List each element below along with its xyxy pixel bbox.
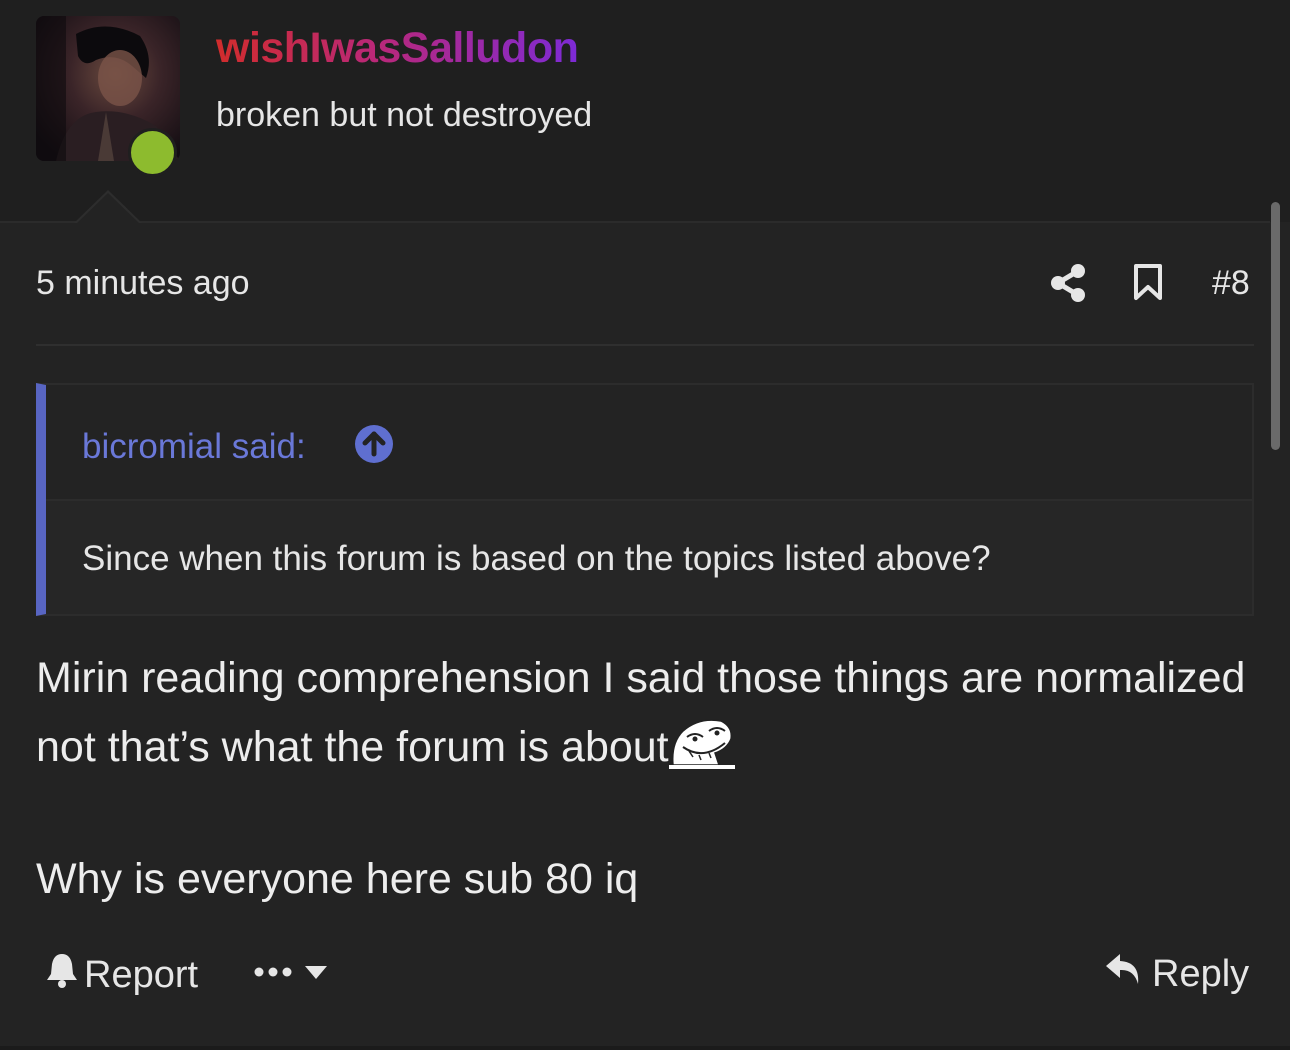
post-actions: Report Reply: [0, 940, 1290, 1010]
post-paragraph: Mirin reading comprehension I said those…: [36, 644, 1254, 790]
report-label: Report: [84, 953, 199, 996]
share-icon[interactable]: [1050, 264, 1086, 307]
quote-text: Since when this forum is based on the to…: [82, 539, 991, 578]
arrow-up-circle-icon[interactable]: [355, 425, 393, 463]
post-timestamp[interactable]: 5 minutes ago: [36, 264, 250, 303]
username[interactable]: wishIwasSalludon: [216, 24, 579, 73]
user-header: wishIwasSalludon broken but not destroye…: [0, 0, 1290, 222]
post-number-link[interactable]: #8: [1212, 264, 1250, 303]
post-text-line-1: Mirin reading comprehension I said those…: [36, 654, 1246, 771]
bottom-divider: [0, 1046, 1290, 1050]
user-title: broken but not destroyed: [216, 96, 593, 134]
bookmark-icon[interactable]: [1133, 263, 1163, 306]
header-divider: [0, 221, 1270, 223]
caret-down-icon: [304, 964, 328, 985]
reply-label: Reply: [1152, 952, 1250, 995]
report-button[interactable]: Report: [46, 952, 198, 998]
online-status-indicator: [128, 128, 177, 177]
reply-button[interactable]: Reply: [1104, 952, 1249, 996]
quote-block: bicromial said: Since when this forum is…: [36, 383, 1254, 616]
ellipsis-icon: [254, 965, 292, 984]
post-body: Mirin reading comprehension I said those…: [36, 644, 1254, 914]
reply-arrow-icon: [1104, 952, 1142, 996]
scrollbar-thumb[interactable]: [1271, 202, 1280, 450]
more-options-button[interactable]: [254, 964, 328, 985]
quote-author[interactable]: bicromial said:: [82, 427, 306, 467]
quote-header: bicromial said:: [46, 385, 1252, 501]
post-text-line-2: Why is everyone here sub 80 iq: [36, 855, 639, 903]
meta-divider: [36, 344, 1254, 346]
header-pointer-fill: [76, 193, 140, 224]
troll-face-emoji: [668, 713, 735, 790]
bell-icon: [46, 952, 78, 998]
